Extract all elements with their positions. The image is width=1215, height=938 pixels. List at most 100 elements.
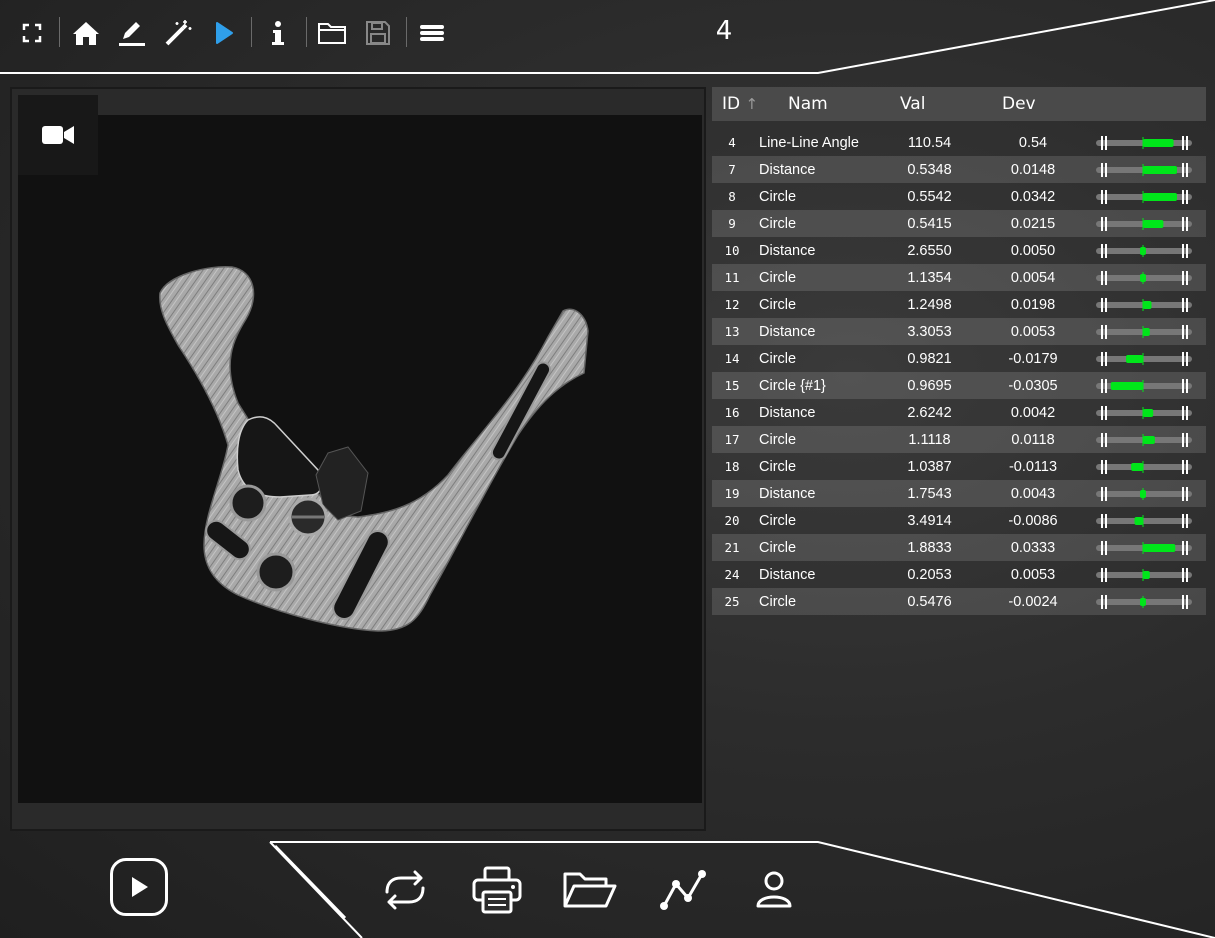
deviation-fill xyxy=(1143,408,1154,417)
cell-id: 21 xyxy=(724,540,740,555)
info-icon[interactable] xyxy=(261,16,295,50)
table-row[interactable]: 15 Circle {#1} 0.9695 -0.0305 xyxy=(712,372,1206,399)
tolerance-bar xyxy=(1089,216,1199,232)
camera-image[interactable] xyxy=(18,115,702,803)
refresh-icon[interactable] xyxy=(377,862,433,918)
cell-deviation: 0.0043 xyxy=(1010,485,1056,502)
cell-name: Circle xyxy=(759,539,797,556)
deviation-fill xyxy=(1143,327,1150,336)
fullscreen-icon[interactable] xyxy=(15,16,49,50)
cell-id: 4 xyxy=(728,135,736,150)
cell-id: 11 xyxy=(724,270,740,285)
tolerance-bar xyxy=(1089,405,1199,421)
cell-deviation: -0.0305 xyxy=(1008,377,1058,394)
table-row[interactable]: 14 Circle 0.9821 -0.0179 xyxy=(712,345,1206,372)
cell-deviation: -0.0024 xyxy=(1008,593,1058,610)
results-list: 4 Line-Line Angle 110.54 0.54 7 Distance 0.534… xyxy=(712,129,1206,615)
cell-name: Circle xyxy=(759,350,797,367)
cell-deviation: 0.0053 xyxy=(1010,566,1056,583)
tolerance-bar xyxy=(1089,540,1199,556)
play-circle-icon[interactable] xyxy=(110,858,168,916)
toolbar-divider xyxy=(306,17,307,47)
cell-value: 0.5348 xyxy=(907,161,952,178)
table-row[interactable]: 11 Circle 1.1354 0.0054 xyxy=(712,264,1206,291)
cell-deviation: 0.0050 xyxy=(1010,242,1056,259)
cell-value: 0.2053 xyxy=(907,566,952,583)
cell-name: Circle xyxy=(759,593,797,610)
cell-name: Circle {#1} xyxy=(759,377,826,394)
cell-id: 16 xyxy=(724,405,740,420)
cell-deviation: 0.0042 xyxy=(1010,404,1056,421)
cell-value: 0.9821 xyxy=(907,350,952,367)
printer-icon[interactable] xyxy=(469,862,525,918)
edit-icon[interactable] xyxy=(115,16,149,50)
table-row[interactable]: 17 Circle 1.1118 0.0118 xyxy=(712,426,1206,453)
table-row[interactable]: 16 Distance 2.6242 0.0042 xyxy=(712,399,1206,426)
cell-deviation: -0.0179 xyxy=(1008,350,1058,367)
cell-deviation: -0.0086 xyxy=(1008,512,1058,529)
cell-id: 8 xyxy=(728,189,736,204)
column-header-deviation[interactable]: Dev xyxy=(1002,94,1102,114)
cell-name: Circle xyxy=(759,269,797,286)
save-icon[interactable] xyxy=(361,16,395,50)
tolerance-bar xyxy=(1089,324,1199,340)
cell-name: Circle xyxy=(759,188,797,205)
cell-value: 3.3053 xyxy=(907,323,952,340)
cell-deviation: 0.0333 xyxy=(1010,539,1056,556)
table-row[interactable]: 4 Line-Line Angle 110.54 0.54 xyxy=(712,129,1206,156)
deviation-fill xyxy=(1143,300,1152,309)
table-row[interactable]: 7 Distance 0.5348 0.0148 xyxy=(712,156,1206,183)
table-row[interactable]: 8 Circle 0.5542 0.0342 xyxy=(712,183,1206,210)
menu-icon[interactable] xyxy=(415,16,449,50)
table-row[interactable]: 20 Circle 3.4914 -0.0086 xyxy=(712,507,1206,534)
sort-arrow-icon: ↑ xyxy=(745,95,759,113)
tolerance-bar xyxy=(1089,486,1199,502)
cell-name: Distance xyxy=(759,323,816,340)
cell-id: 24 xyxy=(724,567,740,582)
folder-icon[interactable] xyxy=(315,16,349,50)
tolerance-bar xyxy=(1089,432,1199,448)
measurement-results-panel: ID ↑ Nam Val Dev 4 Line-Line Angle 110.54 0… xyxy=(712,87,1206,615)
table-row[interactable]: 24 Distance 0.2053 0.0053 xyxy=(712,561,1206,588)
deviation-fill xyxy=(1131,462,1143,471)
table-row[interactable]: 13 Distance 3.3053 0.0053 xyxy=(712,318,1206,345)
chart-line-icon[interactable] xyxy=(655,862,711,918)
top-toolbar: 4 xyxy=(0,0,1215,75)
sequence-counter: 4 xyxy=(715,16,733,46)
video-camera-icon[interactable] xyxy=(18,95,98,175)
play-icon[interactable] xyxy=(207,16,241,50)
column-header-id-label: ID xyxy=(722,94,741,114)
table-row[interactable]: 19 Distance 1.7543 0.0043 xyxy=(712,480,1206,507)
table-row[interactable]: 12 Circle 1.2498 0.0198 xyxy=(712,291,1206,318)
folder-open-icon[interactable] xyxy=(562,862,618,918)
user-icon[interactable] xyxy=(746,862,802,918)
cell-id: 12 xyxy=(724,297,740,312)
tolerance-bar xyxy=(1089,513,1199,529)
column-header-id[interactable]: ID ↑ xyxy=(712,94,788,114)
table-row[interactable]: 18 Circle 1.0387 -0.0113 xyxy=(712,453,1206,480)
cell-id: 10 xyxy=(724,243,740,258)
cell-id: 13 xyxy=(724,324,740,339)
table-row[interactable]: 9 Circle 0.5415 0.0215 xyxy=(712,210,1206,237)
table-row[interactable]: 21 Circle 1.8833 0.0333 xyxy=(712,534,1206,561)
column-header-name[interactable]: Nam xyxy=(788,94,900,114)
cell-value: 1.1118 xyxy=(908,431,951,448)
cell-id: 19 xyxy=(724,486,740,501)
toolbar-divider xyxy=(251,17,252,47)
deviation-fill xyxy=(1143,192,1177,201)
tolerance-bar xyxy=(1089,162,1199,178)
magic-wand-icon[interactable] xyxy=(161,16,195,50)
table-row[interactable]: 10 Distance 2.6550 0.0050 xyxy=(712,237,1206,264)
table-row[interactable]: 25 Circle 0.5476 -0.0024 xyxy=(712,588,1206,615)
cell-deviation: 0.0053 xyxy=(1010,323,1056,340)
cell-deviation: 0.0148 xyxy=(1010,161,1056,178)
home-icon[interactable] xyxy=(69,16,103,50)
cell-id: 9 xyxy=(728,216,736,231)
cell-value: 1.2498 xyxy=(907,296,952,313)
deviation-fill xyxy=(1143,165,1177,174)
cell-value: 0.5476 xyxy=(907,593,952,610)
cell-name: Circle xyxy=(759,431,797,448)
column-header-value[interactable]: Val xyxy=(900,94,1002,114)
cell-value: 1.7543 xyxy=(907,485,952,502)
tolerance-bar xyxy=(1089,189,1199,205)
